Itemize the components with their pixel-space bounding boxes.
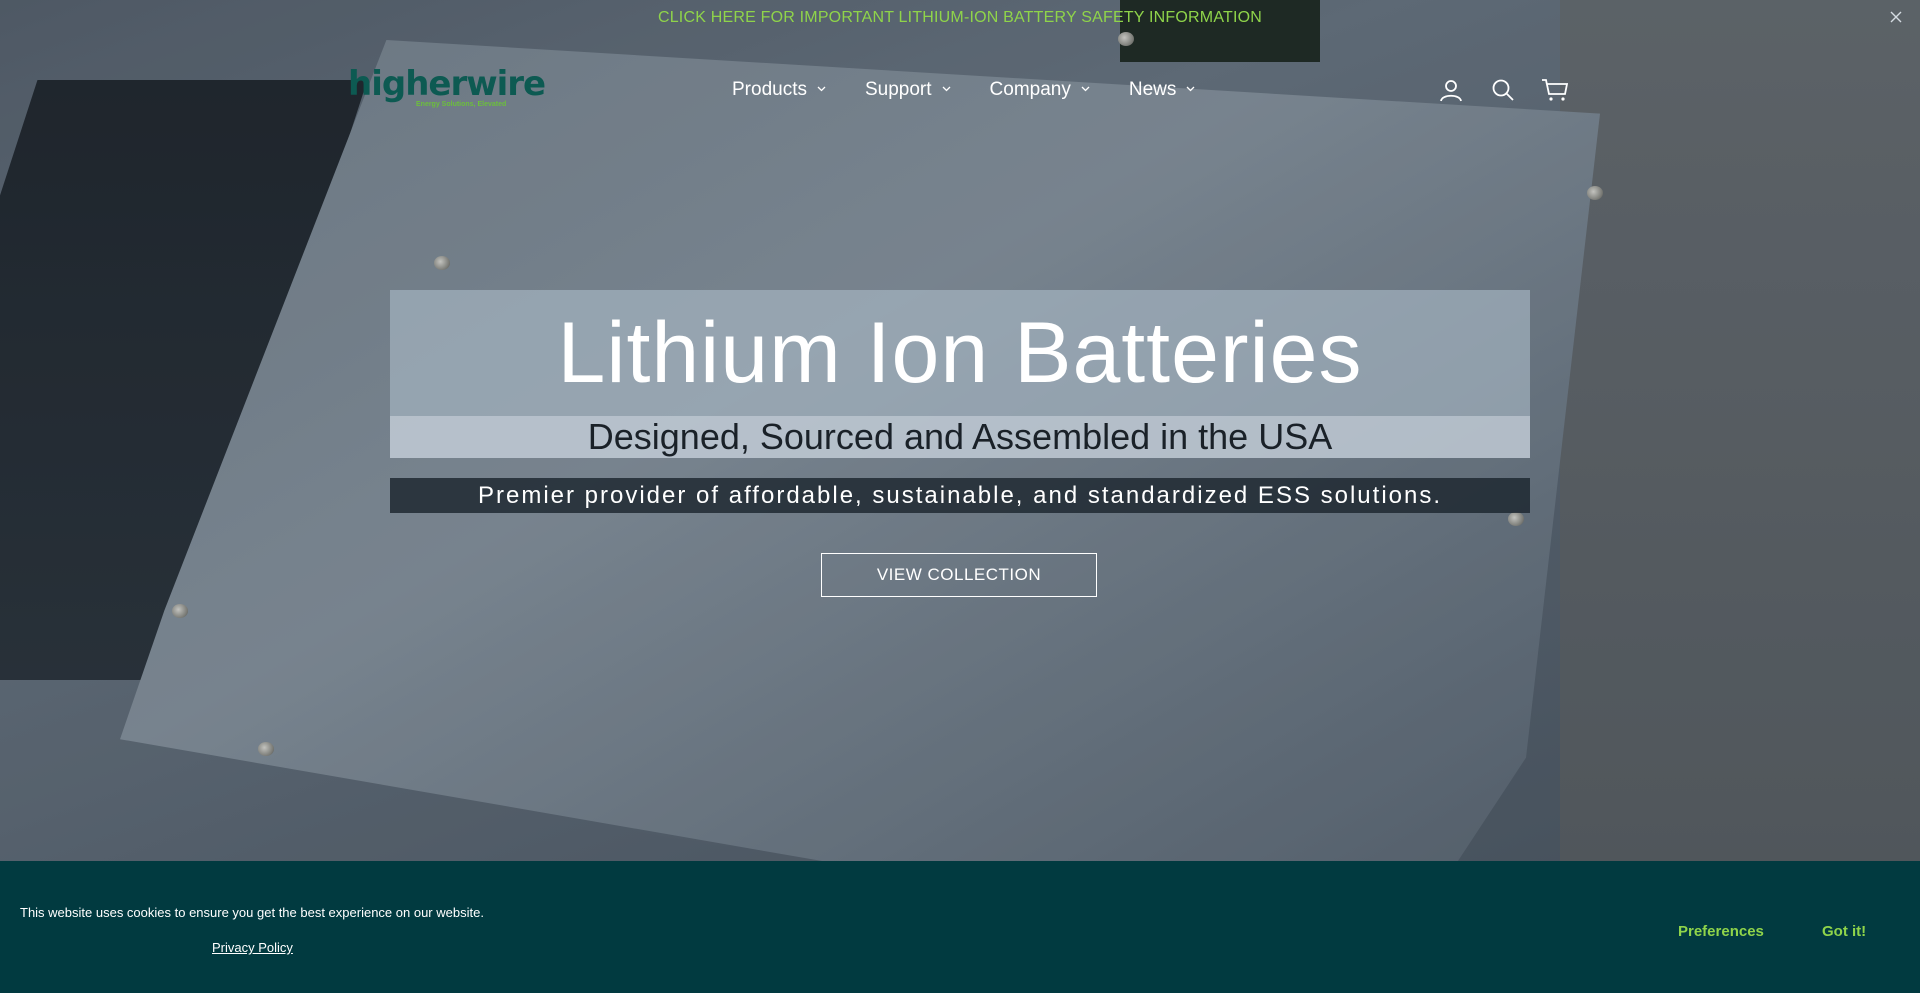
view-collection-button[interactable]: VIEW COLLECTION <box>821 553 1097 597</box>
nav-item-label: Support <box>864 79 932 100</box>
main-nav: Products Support Company News <box>732 74 1234 106</box>
nav-item-label: News <box>1128 79 1177 100</box>
chevron-down-icon <box>817 86 826 94</box>
logo-wordmark: higherwire <box>348 64 546 104</box>
close-icon[interactable] <box>1886 8 1906 28</box>
safety-info-link[interactable]: CLICK HERE FOR IMPORTANT LITHIUM-ION BAT… <box>658 9 1262 27</box>
nav-item-news[interactable]: News <box>1129 79 1195 101</box>
privacy-policy-link[interactable]: Privacy Policy <box>212 940 293 955</box>
hero-tagline: Premier provider of affordable, sustaina… <box>477 482 1443 509</box>
chevron-down-icon <box>942 86 950 94</box>
site-header: higherwire Energy Solutions, Elevated Pr… <box>0 52 1920 122</box>
cart-icon[interactable] <box>1540 75 1570 105</box>
search-icon[interactable] <box>1488 75 1518 105</box>
cookie-message: This website uses cookies to ensure you … <box>20 905 484 920</box>
chevron-down-icon <box>1081 86 1090 94</box>
hero-subtitle-panel: Designed, Sourced and Assembled in the U… <box>390 416 1530 458</box>
cookie-preferences-button[interactable]: Preferences <box>1678 923 1764 940</box>
cookie-accept-button[interactable]: Got it! <box>1822 923 1866 940</box>
chevron-down-icon <box>1186 86 1195 94</box>
hero-title-panel: Lithium Ion Batteries <box>390 290 1530 416</box>
nav-item-support[interactable]: Support <box>865 79 950 101</box>
account-icon[interactable] <box>1436 75 1466 105</box>
cookie-banner: This website uses cookies to ensure you … <box>0 861 1920 993</box>
nav-item-label: Products <box>732 79 807 100</box>
logo-tagline: Energy Solutions, Elevated <box>416 101 507 108</box>
hero-title: Lithium Ion Batteries <box>557 305 1363 401</box>
hero-subtitle: Designed, Sourced and Assembled in the U… <box>587 416 1333 457</box>
header-icons <box>1436 74 1592 106</box>
hero-tagline-panel: Premier provider of affordable, sustaina… <box>390 478 1530 513</box>
nav-item-company[interactable]: Company <box>989 79 1090 101</box>
announcement-bar: CLICK HERE FOR IMPORTANT LITHIUM-ION BAT… <box>0 0 1920 36</box>
logo[interactable]: higherwire Energy Solutions, Elevated <box>348 66 546 110</box>
nav-item-label: Company <box>989 79 1071 100</box>
nav-item-products[interactable]: Products <box>732 79 826 101</box>
